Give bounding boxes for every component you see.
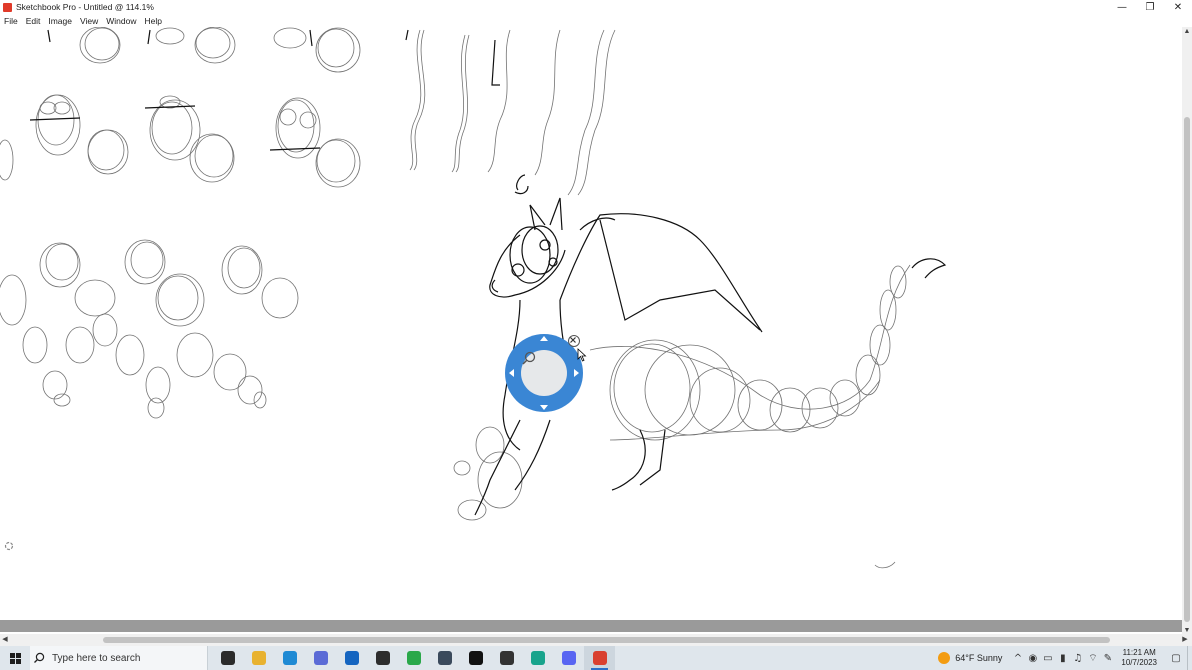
tray-monitor-icon[interactable]: ▭ xyxy=(1040,653,1055,664)
horizontal-scroll-thumb[interactable] xyxy=(103,637,1110,643)
mouse-cursor-icon xyxy=(577,348,587,362)
windows-logo-icon xyxy=(9,652,21,664)
puck-down-arrow[interactable] xyxy=(540,405,548,410)
window-title: Sketchbook Pro - Untitled @ 114.1% xyxy=(16,2,154,12)
mail-icon xyxy=(344,651,359,665)
windows-taskbar: Type here to search 64°F Sunny ^ ◉ ▭ ▮ ♫… xyxy=(0,646,1192,670)
discord-icon xyxy=(561,651,576,665)
volume-icon[interactable]: ♫ xyxy=(1070,653,1085,664)
tray-app-icon[interactable]: ◉ xyxy=(1025,653,1040,664)
edge-icon xyxy=(282,651,297,665)
window-controls: — ❐ ✕ xyxy=(1108,0,1192,14)
puck-left-arrow[interactable] xyxy=(509,369,514,377)
close-icon xyxy=(570,337,576,343)
magnifier-icon xyxy=(522,351,536,365)
photos-taskbar-button[interactable] xyxy=(429,646,460,670)
restore-button[interactable]: ❐ xyxy=(1136,0,1164,14)
wifi-icon[interactable]: ⌔ xyxy=(1085,652,1100,665)
taskbar-pinned-apps xyxy=(212,646,615,670)
title-bar: Sketchbook Pro - Untitled @ 114.1% — ❐ ✕ xyxy=(0,0,1192,14)
xbox-taskbar-button[interactable] xyxy=(491,646,522,670)
clock-time: 11:21 AM xyxy=(1122,648,1156,657)
sketch-artwork xyxy=(0,27,947,569)
xbox-icon xyxy=(499,651,514,665)
notification-icon[interactable]: ▢ xyxy=(1165,653,1187,664)
search-icon xyxy=(30,646,48,670)
task-view-icon xyxy=(220,651,235,665)
battery-icon[interactable]: ▮ xyxy=(1055,653,1070,664)
menu-help[interactable]: Help xyxy=(141,16,166,26)
spinner-icon xyxy=(4,541,14,551)
sketchbook-window: Sketchbook Pro - Untitled @ 114.1% — ❐ ✕… xyxy=(0,0,1192,670)
scroll-left-arrow[interactable]: ◀ xyxy=(0,634,10,646)
puck-up-arrow[interactable] xyxy=(540,336,548,341)
puck-close-icon[interactable] xyxy=(568,335,580,347)
search-placeholder: Type here to search xyxy=(52,652,141,664)
puck-right-arrow[interactable] xyxy=(574,369,579,377)
pen-icon[interactable]: ✎ xyxy=(1100,653,1115,664)
browser-taskbar-button[interactable] xyxy=(305,646,336,670)
puck-center[interactable] xyxy=(521,350,567,396)
status-strip xyxy=(0,620,1182,632)
weather-condition: Sunny xyxy=(976,653,1003,663)
scroll-right-arrow[interactable]: ▶ xyxy=(1180,634,1190,646)
menu-view[interactable]: View xyxy=(76,16,102,26)
photos-icon xyxy=(437,651,452,665)
store-taskbar-button[interactable] xyxy=(398,646,429,670)
taskbar-clock[interactable]: 11:21 AM 10/7/2023 xyxy=(1121,648,1157,668)
weather-temp: 64°F xyxy=(955,653,975,663)
file-explorer-taskbar-button[interactable] xyxy=(243,646,274,670)
teal-app-icon xyxy=(530,651,545,665)
horizontal-scrollbar[interactable]: ◀ ▶ xyxy=(0,634,1192,646)
sun-icon xyxy=(938,652,951,664)
vertical-scrollbar[interactable]: ▲ ▼ xyxy=(1182,27,1192,636)
menu-bar: File Edit Image View Window Help xyxy=(0,14,166,27)
menu-window[interactable]: Window xyxy=(102,16,140,26)
taskbar-search-box[interactable]: Type here to search xyxy=(30,646,208,670)
weather-widget[interactable]: 64°F Sunny xyxy=(938,652,1002,664)
sketchbook-icon xyxy=(592,651,607,665)
show-desktop-button[interactable] xyxy=(1187,646,1192,670)
scroll-up-arrow[interactable]: ▲ xyxy=(1182,27,1192,37)
mail-taskbar-button[interactable] xyxy=(336,646,367,670)
vertical-scroll-thumb[interactable] xyxy=(1184,117,1190,622)
menu-edit[interactable]: Edit xyxy=(22,16,45,26)
tiktok-icon xyxy=(468,651,483,665)
system-tray: 64°F Sunny ^ ◉ ▭ ▮ ♫ ⌔ ✎ 11:21 AM 10/7/2… xyxy=(938,646,1192,670)
close-button[interactable]: ✕ xyxy=(1164,0,1192,14)
tiktok-taskbar-button[interactable] xyxy=(460,646,491,670)
menu-image[interactable]: Image xyxy=(44,16,76,26)
menu-file[interactable]: File xyxy=(0,16,22,26)
discord-taskbar-button[interactable] xyxy=(553,646,584,670)
store-icon xyxy=(406,651,421,665)
browser-icon xyxy=(313,651,328,665)
clock-date: 10/7/2023 xyxy=(1121,658,1157,667)
vs-icon xyxy=(375,651,390,665)
vs-taskbar-button[interactable] xyxy=(367,646,398,670)
teal-app-taskbar-button[interactable] xyxy=(522,646,553,670)
edge-taskbar-button[interactable] xyxy=(274,646,305,670)
start-button[interactable] xyxy=(0,646,30,670)
sketchbook-app-icon xyxy=(3,2,12,12)
drawing-canvas[interactable] xyxy=(0,27,1182,620)
show-hidden-icons-icon[interactable]: ^ xyxy=(1010,653,1025,664)
sketchbook-taskbar-button[interactable] xyxy=(584,646,615,670)
minimize-button[interactable]: — xyxy=(1108,0,1136,14)
task-view-taskbar-button[interactable] xyxy=(212,646,243,670)
file-explorer-icon xyxy=(251,651,266,665)
